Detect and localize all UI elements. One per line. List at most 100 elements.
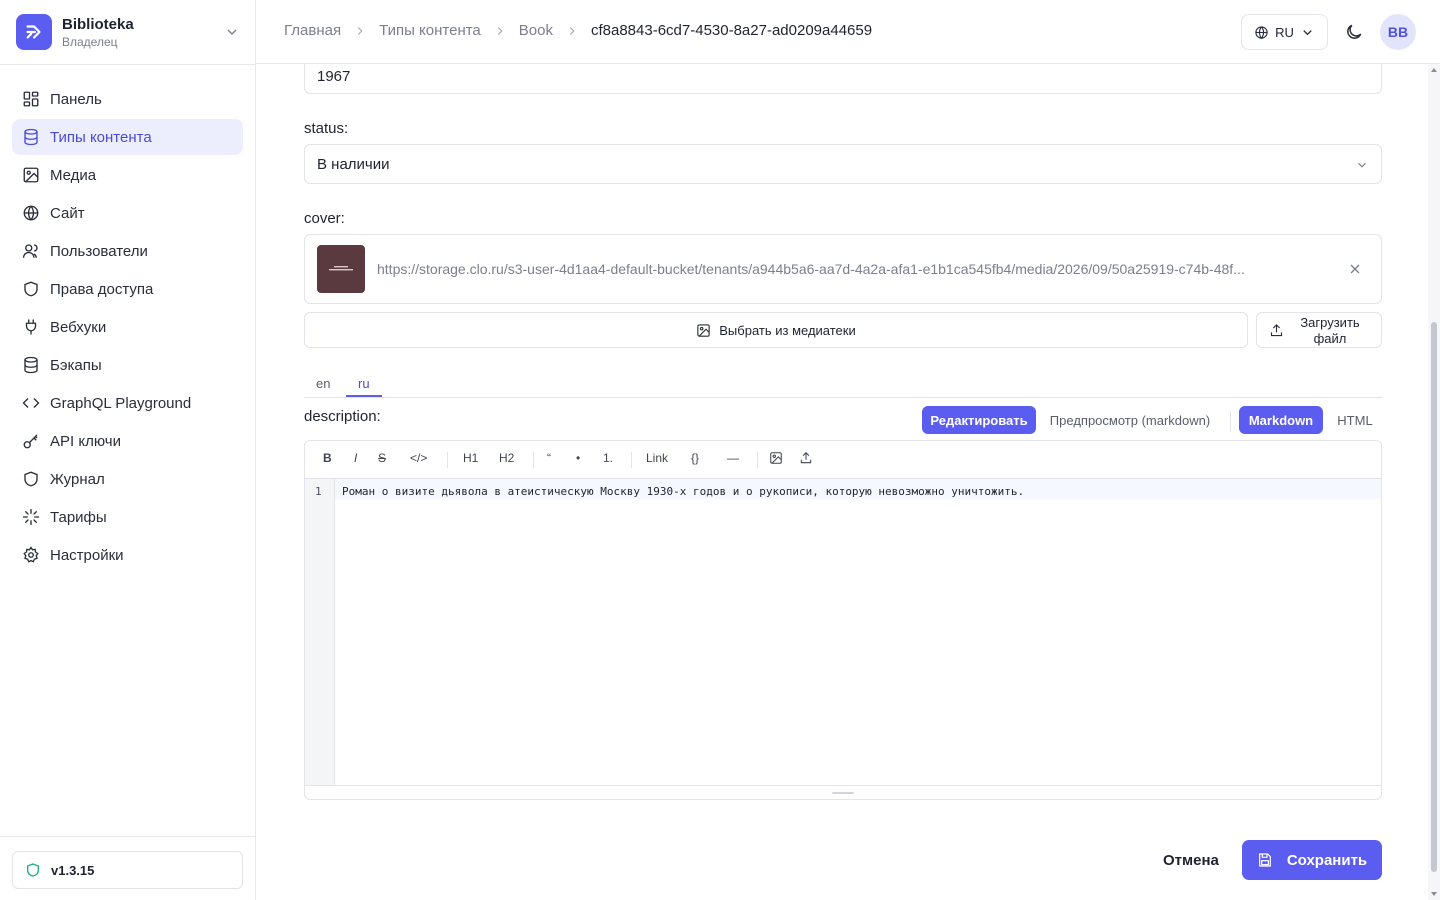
- year-field[interactable]: 1967: [304, 64, 1382, 94]
- ordered-list-button[interactable]: 1.: [603, 451, 613, 465]
- breadcrumb-content-types[interactable]: Типы контента: [379, 22, 481, 39]
- sidebar-item-label: Бэкапы: [50, 356, 102, 374]
- gear-icon: [23, 546, 39, 563]
- sidebar-item-settings[interactable]: Настройки: [12, 537, 243, 573]
- choose-from-media-button[interactable]: Выбрать из медиатеки: [304, 312, 1248, 348]
- resize-handle[interactable]: [305, 785, 1381, 799]
- editor-toolbar: B I S </> H1 H2 “ • 1. Link {} —: [305, 441, 1381, 479]
- workspace-role: Владелец: [62, 35, 118, 49]
- sidebar-item-label: Права доступа: [50, 280, 154, 298]
- dashboard-icon: [23, 91, 39, 107]
- image-icon: [770, 452, 782, 464]
- sidebar-item-dashboard[interactable]: Панель: [12, 81, 243, 117]
- tab-ru[interactable]: ru: [358, 376, 370, 391]
- cover-url[interactable]: https://storage.clo.ru/s3-user-4d1aa4-de…: [377, 261, 1327, 277]
- sidebar-item-media[interactable]: Медиа: [12, 157, 243, 193]
- upload-file-label: Загрузить файл: [1300, 315, 1360, 346]
- status-value: В наличии: [317, 155, 390, 173]
- sidebar-item-backups[interactable]: Бэкапы: [12, 347, 243, 383]
- language-label: RU: [1275, 24, 1294, 40]
- avatar[interactable]: BB: [1380, 14, 1416, 50]
- quote-button[interactable]: “: [547, 451, 551, 465]
- line-number: 1: [315, 485, 322, 498]
- page-scrollbar[interactable]: [1428, 64, 1440, 900]
- language-select[interactable]: RU: [1241, 14, 1328, 50]
- version-label: v1.3.15: [51, 862, 95, 878]
- sidebar-item-users[interactable]: Пользователи: [12, 233, 243, 269]
- scroll-up-icon[interactable]: [1430, 66, 1438, 74]
- cancel-button[interactable]: Отмена: [1163, 852, 1219, 869]
- divider: [1230, 412, 1231, 432]
- users-icon: [22, 244, 38, 258]
- status-select[interactable]: В наличии: [304, 144, 1382, 184]
- sparkle-icon: [22, 508, 40, 526]
- tab-en[interactable]: en: [316, 376, 330, 391]
- sidebar-item-label: Медиа: [50, 166, 97, 184]
- sidebar: Biblioteka Владелец Панель Типы контента…: [0, 0, 256, 900]
- line-gutter: 1: [305, 479, 335, 785]
- chevron-down-icon: [227, 29, 237, 35]
- heading1-button[interactable]: H1: [463, 451, 478, 465]
- description-label: description:: [304, 408, 381, 425]
- sidebar-item-label: Вебхуки: [50, 318, 107, 336]
- version-badge[interactable]: v1.3.15: [12, 851, 243, 889]
- workspace-name: Biblioteka: [62, 16, 134, 33]
- plug-icon: [25, 319, 37, 335]
- markdown-format-button[interactable]: Markdown: [1239, 406, 1323, 434]
- sidebar-item-permissions[interactable]: Права доступа: [12, 271, 243, 307]
- scroll-down-icon[interactable]: [1430, 890, 1438, 898]
- sidebar-item-site[interactable]: Сайт: [12, 195, 243, 231]
- sidebar-item-plans[interactable]: Тарифы: [12, 499, 243, 535]
- bullet-list-button[interactable]: •: [576, 451, 580, 465]
- code-block-button[interactable]: {}: [691, 451, 699, 465]
- editor-content[interactable]: Роман о визите дьявола в атеистическую М…: [342, 485, 1024, 498]
- sidebar-item-content-types[interactable]: Типы контента: [12, 119, 243, 155]
- inline-code-button[interactable]: </>: [410, 451, 427, 465]
- preview-mode-button[interactable]: Предпросмотр (markdown): [1042, 406, 1218, 434]
- shield-icon: [24, 471, 38, 487]
- html-format-button[interactable]: HTML: [1328, 406, 1382, 434]
- sidebar-item-webhooks[interactable]: Вебхуки: [12, 309, 243, 345]
- toolbar-divider: [631, 452, 632, 468]
- save-icon: [1258, 853, 1271, 867]
- upload-icon: [1270, 324, 1283, 337]
- upload-image-button[interactable]: [799, 451, 813, 468]
- save-button[interactable]: Сохранить: [1242, 840, 1382, 880]
- breadcrumb-home[interactable]: Главная: [284, 22, 341, 39]
- sidebar-item-graphql[interactable]: GraphQL Playground: [12, 385, 243, 421]
- breadcrumb-type[interactable]: Book: [519, 22, 553, 39]
- toolbar-divider: [447, 452, 448, 468]
- upload-icon: [800, 452, 812, 464]
- edit-mode-button[interactable]: Редактировать: [922, 406, 1036, 434]
- workspace-switcher[interactable]: Biblioteka Владелец: [0, 0, 255, 65]
- image-icon: [697, 323, 710, 337]
- cover-field: https://storage.clo.ru/s3-user-4d1aa4-de…: [304, 234, 1382, 304]
- italic-button[interactable]: I: [354, 451, 357, 465]
- sidebar-item-label: Типы контента: [50, 128, 152, 146]
- save-label: Сохранить: [1286, 851, 1368, 869]
- scrollbar-thumb[interactable]: [1431, 322, 1437, 872]
- sidebar-item-api-keys[interactable]: API ключи: [12, 423, 243, 459]
- moon-icon[interactable]: [1344, 22, 1364, 42]
- strikethrough-button[interactable]: S: [378, 451, 386, 465]
- bold-button[interactable]: B: [323, 451, 332, 465]
- app-logo: [16, 14, 52, 50]
- link-button[interactable]: Link: [646, 451, 668, 465]
- cover-thumbnail: [317, 245, 365, 293]
- sidebar-item-label: Настройки: [50, 546, 124, 564]
- image-icon: [23, 167, 39, 183]
- key-icon: [23, 434, 38, 449]
- sidebar-item-label: Сайт: [50, 204, 85, 222]
- sidebar-item-journal[interactable]: Журнал: [12, 461, 243, 497]
- choose-from-media-label: Выбрать из медиатеки: [719, 322, 856, 338]
- insert-image-button[interactable]: [769, 451, 783, 468]
- close-icon[interactable]: [1347, 261, 1363, 277]
- breadcrumb: Главная Типы контента Book cf8a8843-6cd7…: [284, 22, 872, 39]
- upload-file-button[interactable]: Загрузить файл: [1256, 312, 1382, 348]
- heading2-button[interactable]: H2: [499, 451, 514, 465]
- sidebar-item-label: Тарифы: [50, 508, 107, 526]
- chevron-down-icon: [1358, 162, 1366, 168]
- active-tab-indicator: [346, 395, 382, 397]
- horizontal-rule-button[interactable]: —: [727, 451, 739, 465]
- sidebar-item-label: Пользователи: [50, 242, 148, 260]
